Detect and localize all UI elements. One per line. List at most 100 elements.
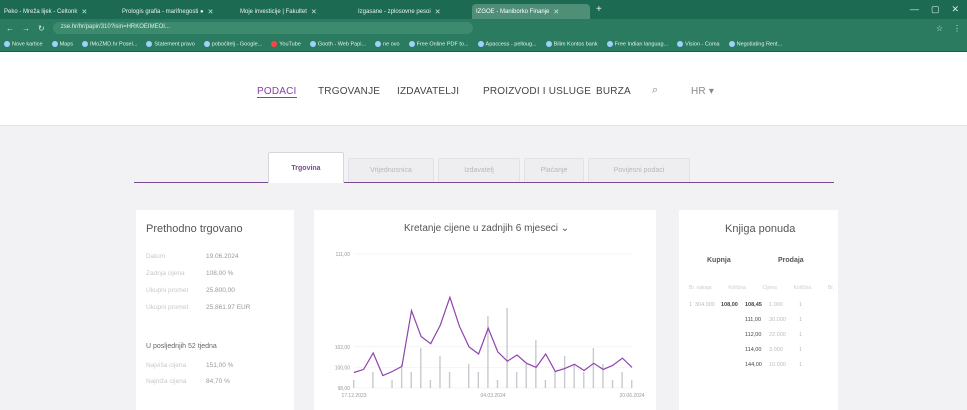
- close-icon[interactable]: ✕: [81, 8, 87, 16]
- order-book-cell: 111,00: [745, 317, 762, 323]
- x-tick-label: 04.03.2024: [480, 393, 505, 399]
- volume-bar: [544, 380, 547, 388]
- tab-label: Peko - Mreža lijek - Celtonk: [4, 8, 78, 15]
- bookmark[interactable]: Bilim Kontos bank: [545, 40, 598, 47]
- volume-bar: [573, 364, 575, 388]
- order-book-cell: 1: [799, 302, 803, 308]
- tab-izdavatelj[interactable]: Izdavatelj: [438, 158, 520, 182]
- browser-tab-active[interactable]: IZGOE - Maniborko Finanje ✕: [472, 4, 590, 19]
- search-icon[interactable]: ⌕: [652, 84, 658, 97]
- order-book-cell: 144,00: [745, 362, 762, 368]
- tab-povijesni-podaci[interactable]: Povijesni podaci: [588, 158, 690, 182]
- tab-label: Moje investicije | Fakultet: [240, 8, 307, 15]
- reload-icon[interactable]: ↻: [38, 24, 45, 33]
- order-book-row: 111,00 30.000 1: [689, 317, 834, 327]
- browser-tab[interactable]: Moje investicije | Fakultet ✕: [236, 4, 354, 19]
- volume-bar: [592, 348, 595, 388]
- order-book-cell: 30.000: [769, 317, 786, 323]
- bookmark[interactable]: Free Indian languag...: [606, 40, 668, 47]
- price-chart-card: Kretanje cijene u zadnjih 6 mjeseci ⌄ 11…: [314, 210, 656, 410]
- bookmark[interactable]: Statement pravo: [146, 40, 195, 47]
- bookmark[interactable]: IMoZMD.hr Posel...: [82, 40, 137, 47]
- y-tick-label: 102,00: [335, 345, 351, 351]
- order-book-cell: 3.000: [769, 347, 783, 353]
- bookmark[interactable]: Vision - Coma: [677, 40, 720, 47]
- info-row: Zadnja cijena 108,00 %: [146, 270, 234, 277]
- close-icon[interactable]: ✕: [208, 8, 214, 16]
- sell-header: Prodaja: [778, 257, 804, 264]
- maximize-icon[interactable]: ▢: [931, 4, 940, 15]
- url-field[interactable]: zse.hr/hr/papir/310?isin=HRKOEIMEOI...: [52, 22, 473, 34]
- tab-vrijednosnica[interactable]: Vrijednosnica: [348, 158, 434, 182]
- volume-bar: [420, 348, 422, 388]
- bookmark[interactable]: YouTube: [271, 40, 301, 47]
- browser-tab[interactable]: Izgasane - zplosovne pesoi ✕: [354, 4, 472, 19]
- star-icon[interactable]: ☆: [936, 24, 943, 33]
- volume-bar: [554, 372, 556, 388]
- close-icon[interactable]: ✕: [435, 8, 441, 16]
- price-line: [353, 295, 633, 377]
- order-book-cell: 1.000: [769, 302, 783, 308]
- browser-tab[interactable]: Peko - Mreža lijek - Celtonk ✕: [0, 4, 118, 19]
- card-title: Prethodno trgovano: [146, 223, 243, 235]
- x-tick-label: 20.06.2024: [619, 393, 644, 399]
- order-book-cell: 304.000: [695, 302, 715, 308]
- language-selector[interactable]: HR ▾: [691, 86, 714, 97]
- window-close-icon[interactable]: ✕: [951, 4, 959, 15]
- forward-icon[interactable]: →: [22, 24, 30, 33]
- address-bar-row: ← → ↻ zse.hr/hr/papir/310?isin=HRKOEIMEO…: [0, 19, 967, 37]
- browser-tab[interactable]: Prologis grafia - marifnegosti ● ✕: [118, 4, 236, 19]
- volume-bar: [410, 372, 412, 388]
- volume-bar: [372, 372, 374, 388]
- order-book-card: Knjiga ponuda Kupnja Prodaja Br. naloga K…: [679, 210, 838, 410]
- nav-proizvodi-i-usluge[interactable]: PROIZVODI I USLUGE: [483, 86, 591, 97]
- back-icon[interactable]: ←: [6, 24, 14, 33]
- info-row: Ukupni promet 25.800,00: [146, 287, 235, 294]
- x-tick-label: 17.12.2023: [341, 393, 366, 399]
- tab-placanje[interactable]: Plaćanje: [524, 158, 584, 182]
- order-book-cell: 1: [689, 302, 693, 308]
- order-book-cell: 1: [799, 317, 803, 323]
- bookmark[interactable]: pobočitelj - Google...: [203, 40, 262, 47]
- nav-trgovanje[interactable]: TRGOVANJE: [318, 86, 380, 97]
- volume-bar: [515, 372, 518, 388]
- volume-bar: [525, 364, 527, 388]
- info-row: Najviša cijena 151,00 %: [146, 362, 234, 369]
- volume-bar: [477, 372, 480, 388]
- bookmark[interactable]: Apaccess - pelloug...: [477, 40, 537, 47]
- volume-bar: [535, 340, 537, 388]
- nav-podaci[interactable]: PODACI: [257, 86, 297, 98]
- tab-trgovina[interactable]: Trgovina: [268, 152, 344, 183]
- bookmark[interactable]: Nove kartice: [4, 40, 43, 47]
- order-book-cell: 1: [799, 362, 803, 368]
- y-tick-label: 98,00: [337, 386, 350, 392]
- bookmark[interactable]: Gooth - Web Papi...: [309, 40, 366, 47]
- bookmark[interactable]: Free Online PDF to...: [408, 40, 469, 47]
- order-book-row: 144,00 10.000 1: [689, 362, 834, 372]
- volume-bar: [631, 380, 633, 388]
- order-book-cell: 1: [799, 332, 803, 338]
- volume-bar: [468, 364, 470, 388]
- volume-bar: [429, 380, 432, 388]
- price-chart: 111,00 102,00 100,00 98,0017.12.2023 04.03.2…: [335, 252, 645, 399]
- bookmarks-bar: Nove kartice Maps IMoZMD.hr Posel... Sta…: [0, 37, 967, 52]
- bookmark[interactable]: Maps: [51, 40, 73, 47]
- page-tabs: Trgovina Vrijednosnica Izdavatelj Plaćan…: [134, 152, 834, 183]
- order-book-cell: 22.000: [769, 332, 786, 338]
- site-navigation: PODACI TRGOVANJE IZDAVATELJI PROIZVODI I…: [0, 52, 967, 126]
- minimize-icon[interactable]: —: [910, 4, 919, 15]
- close-icon[interactable]: ✕: [311, 8, 317, 16]
- nav-izdavatelji[interactable]: IZDAVATELJI: [397, 86, 459, 97]
- bookmark[interactable]: ne ovo: [375, 40, 400, 47]
- close-icon[interactable]: ✕: [553, 8, 559, 16]
- y-tick-label: 100,00: [335, 365, 351, 371]
- nav-burza[interactable]: BURZA: [596, 86, 631, 97]
- menu-icon[interactable]: ⋮: [953, 24, 961, 33]
- tab-label: IZGOE - Maniborko Finanje: [476, 8, 550, 15]
- column-header: Br. naloga: [689, 285, 712, 291]
- order-book-cell: 114,00: [745, 347, 762, 353]
- new-tab-icon[interactable]: +: [596, 4, 602, 15]
- bookmark[interactable]: Negotiating Rent...: [728, 40, 782, 47]
- section-subtitle: U posljednjih 52 tjedna: [146, 343, 217, 350]
- order-book-header: Br. naloga Količina Cijena Količina Br.: [689, 285, 834, 291]
